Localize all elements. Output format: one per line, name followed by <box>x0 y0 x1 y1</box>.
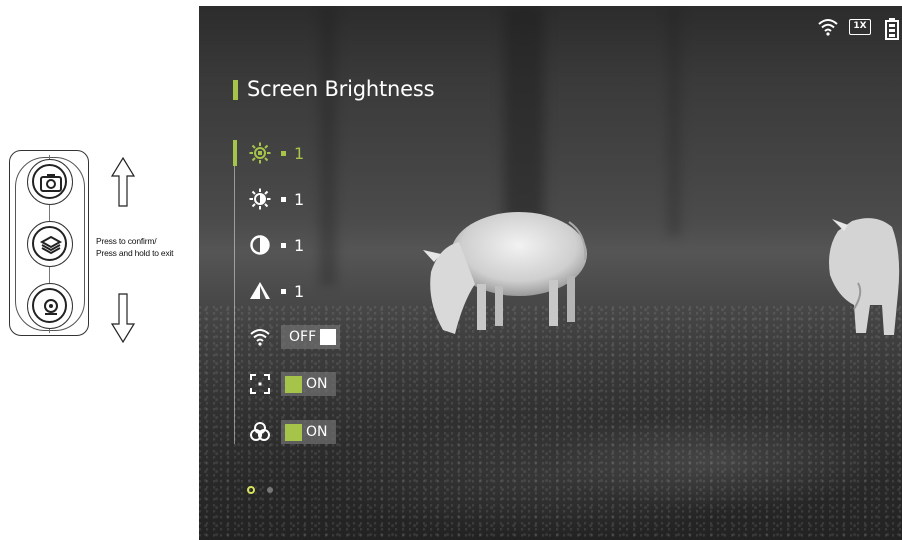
sharpness-icon <box>250 282 270 299</box>
wifi-icon <box>818 19 838 36</box>
menu-item-brightness[interactable]: 1 <box>247 185 304 213</box>
menu-item-value: 1 <box>294 235 305 255</box>
value-dot <box>281 288 286 294</box>
value-dot <box>281 242 286 248</box>
instruction-line-1: Press to confirm/ <box>96 236 157 246</box>
zoom-indicator: 1X <box>849 19 871 35</box>
camera-button[interactable] <box>27 159 73 205</box>
record-icon <box>44 299 58 315</box>
brightness-icon <box>249 188 271 210</box>
battery-icon <box>885 18 899 40</box>
crosshair-icon <box>250 374 270 394</box>
page-indicator <box>247 486 273 494</box>
boar-image <box>829 218 900 335</box>
menu-selection-indicator <box>233 140 237 166</box>
value-dot <box>281 196 286 202</box>
page-dot-active[interactable] <box>247 486 255 494</box>
toggle-label: ON <box>306 376 328 392</box>
menu-item-value: 1 <box>294 143 305 163</box>
camera-icon <box>40 174 62 192</box>
color-palette-icon <box>250 422 270 441</box>
arrow-down-icon <box>110 293 136 344</box>
button-instructions: Press to confirm/ Press and hold to exit <box>96 235 206 259</box>
menu-item-wifi[interactable]: OFF <box>247 323 341 351</box>
value-dot <box>281 150 286 156</box>
menu-title: Screen Brightness <box>247 77 435 101</box>
background-tree <box>667 6 681 236</box>
device-diagram <box>9 150 89 336</box>
background-tree <box>319 6 337 286</box>
menu-item-crosshair[interactable]: ON <box>247 370 336 398</box>
brightness-icon <box>249 142 271 164</box>
toggle-label: OFF <box>289 329 317 345</box>
menu-item-contrast[interactable]: 1 <box>247 231 304 259</box>
layers-icon <box>39 235 63 255</box>
menu-item-screen-brightness[interactable]: 1 <box>247 139 304 167</box>
menu-confirm-button[interactable] <box>27 221 73 267</box>
instruction-line-2: Press and hold to exit <box>96 248 174 258</box>
menu-item-value: 1 <box>294 189 305 209</box>
title-accent-bar <box>233 80 238 100</box>
toggle-knob <box>285 375 302 393</box>
crosshair-toggle[interactable]: ON <box>281 372 336 396</box>
arrow-up-icon <box>110 156 136 207</box>
wifi-toggle[interactable]: OFF <box>281 325 341 349</box>
toggle-knob <box>320 329 337 345</box>
color-palette-toggle[interactable]: ON <box>281 420 336 444</box>
menu-rail <box>234 141 235 444</box>
wifi-icon <box>250 329 270 346</box>
toggle-knob <box>285 423 302 441</box>
menu-item-value: 1 <box>294 281 305 301</box>
menu-item-sharpness[interactable]: 1 <box>247 277 304 305</box>
toggle-label: ON <box>306 424 328 440</box>
menu-item-color-palette[interactable]: ON <box>247 418 336 446</box>
record-button[interactable] <box>27 283 73 329</box>
page-dot[interactable] <box>267 487 273 493</box>
boar-image <box>423 212 587 334</box>
contrast-icon <box>250 235 270 255</box>
thermal-screen: 1X Screen Brightness 1 1 1 1 OFF ON ON <box>199 6 902 540</box>
